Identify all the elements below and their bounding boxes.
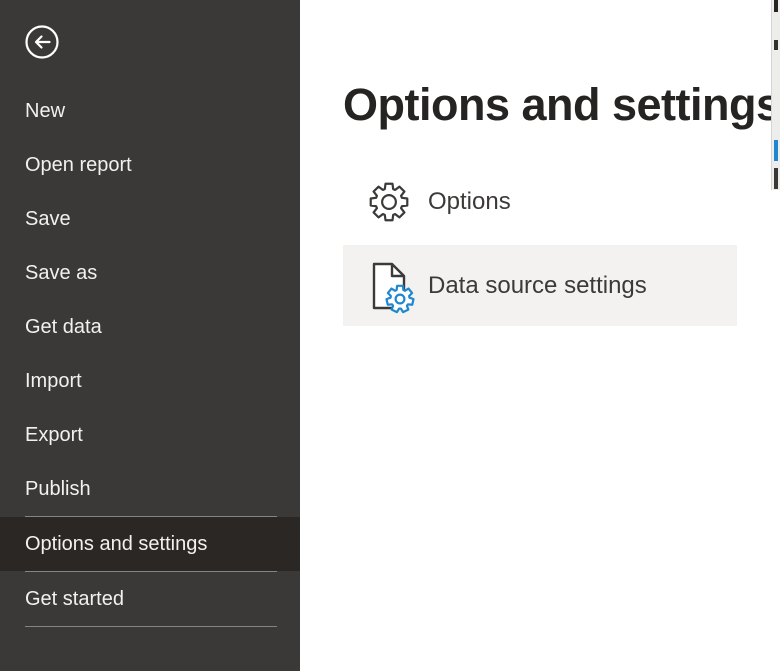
app-sliver-segment	[774, 140, 778, 161]
app-sliver-segment	[774, 0, 778, 12]
sidebar-item-label: Export	[25, 424, 83, 447]
gear-icon	[368, 178, 410, 226]
sidebar-item-label: Get started	[25, 588, 124, 611]
sidebar-item-publish[interactable]: Publish	[0, 462, 300, 516]
options-hub: Options Data source setti	[343, 171, 737, 326]
small-gear-icon	[385, 284, 415, 314]
sidebar-item-label: Options and settings	[25, 533, 207, 556]
back-button[interactable]	[24, 24, 60, 60]
document-gear-icon	[368, 262, 410, 310]
app-sliver-segment	[774, 40, 778, 50]
sidebar-item-save[interactable]: Save	[0, 192, 300, 246]
sidebar-item-get-data[interactable]: Get data	[0, 300, 300, 354]
hub-item-data-source-settings[interactable]: Data source settings	[343, 245, 737, 326]
sidebar-item-label: Save as	[25, 262, 97, 285]
sidebar-item-label: Publish	[25, 478, 91, 501]
back-arrow-circle-icon	[24, 24, 60, 60]
hub-item-options[interactable]: Options	[343, 171, 737, 233]
sidebar-item-open-report[interactable]: Open report	[0, 138, 300, 192]
app-sliver-base	[771, 0, 780, 190]
menu-divider	[25, 626, 277, 627]
sidebar-item-label: Get data	[25, 316, 102, 339]
hub-item-label: Options	[428, 188, 511, 216]
page-title: Options and settings	[343, 79, 780, 131]
sidebar-item-export[interactable]: Export	[0, 408, 300, 462]
sidebar-item-options-and-settings[interactable]: Options and settings	[0, 517, 300, 571]
sidebar-item-save-as[interactable]: Save as	[0, 246, 300, 300]
sidebar-item-label: Save	[25, 208, 71, 231]
sidebar-item-import[interactable]: Import	[0, 354, 300, 408]
file-menu-page: New Open report Save Save as Get data Import E…	[0, 0, 780, 671]
background-app-sliver	[771, 0, 780, 671]
app-sliver-segment	[774, 168, 778, 189]
hub-item-label: Data source settings	[428, 272, 647, 300]
sidebar-menu: New Open report Save Save as Get data Import E…	[0, 84, 300, 627]
sidebar-item-new[interactable]: New	[0, 84, 300, 138]
file-menu-sidebar: New Open report Save Save as Get data Import E…	[0, 0, 300, 671]
sidebar-item-label: Open report	[25, 154, 132, 177]
sidebar-item-get-started[interactable]: Get started	[0, 572, 300, 626]
sidebar-item-label: Import	[25, 370, 82, 393]
sidebar-item-label: New	[25, 100, 65, 123]
options-and-settings-panel: Options and settings Options	[300, 0, 771, 671]
